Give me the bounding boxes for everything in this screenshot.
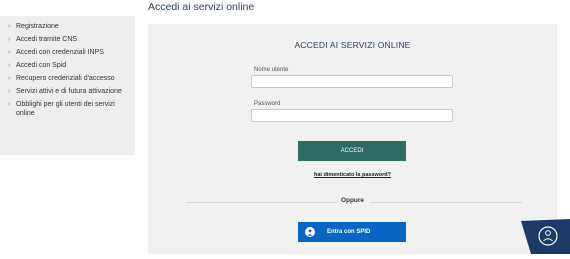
sidebar-item-label: Accedi con credenziali INPS bbox=[16, 49, 104, 56]
sidebar-item-obblighi[interactable]: › Obblighi per gli utenti dei servizi onl… bbox=[8, 100, 129, 118]
login-panel: ACCEDI AI SERVIZI ONLINE Nome utente Pas… bbox=[148, 24, 557, 254]
password-input[interactable] bbox=[251, 109, 453, 122]
chevron-right-icon: › bbox=[8, 75, 11, 82]
chevron-right-icon: › bbox=[8, 49, 11, 56]
sidebar-item-label: Recupero credenziali d'accesso bbox=[16, 75, 115, 82]
assistant-icon bbox=[521, 219, 570, 254]
forgot-password-link[interactable]: hai dimenticato la password? bbox=[148, 172, 557, 178]
chevron-right-icon: › bbox=[8, 101, 11, 108]
chevron-right-icon: › bbox=[8, 62, 11, 69]
sidebar-item-label: Accedi tramite CNS bbox=[16, 36, 78, 43]
sidebar-item-credenziali-inps[interactable]: › Accedi con credenziali INPS bbox=[8, 48, 129, 57]
divider-right bbox=[370, 202, 522, 203]
sidebar-list: › Registrazione › Accedi tramite CNS › Acce… bbox=[0, 16, 135, 118]
login-heading: ACCEDI AI SERVIZI ONLINE bbox=[294, 40, 411, 50]
sidebar-nav: › Registrazione › Accedi tramite CNS › Acce… bbox=[0, 16, 135, 155]
spid-login-button[interactable]: Entra con SPID bbox=[298, 222, 406, 242]
login-button[interactable]: ACCEDI bbox=[298, 141, 406, 161]
sidebar-item-label: Obblighi per gli utenti dei servizi onli… bbox=[16, 101, 115, 117]
sidebar-item-recupero-credenziali[interactable]: › Recupero credenziali d'accesso bbox=[8, 74, 129, 83]
sidebar-item-registrazione[interactable]: › Registrazione bbox=[8, 22, 129, 31]
sidebar-item-label: Servizi attivi e di futura attivazione bbox=[16, 88, 122, 95]
sidebar-item-label: Registrazione bbox=[16, 23, 59, 30]
chevron-right-icon: › bbox=[8, 23, 11, 30]
sidebar-item-cns[interactable]: › Accedi tramite CNS bbox=[8, 35, 129, 44]
page-title: Accedi ai servizi online bbox=[148, 1, 255, 13]
sidebar-item-servizi-attivi[interactable]: › Servizi attivi e di futura attivazione bbox=[8, 87, 129, 96]
username-label: Nome utente bbox=[254, 67, 289, 73]
chevron-right-icon: › bbox=[8, 88, 11, 95]
spid-button-label: Entra con SPID bbox=[327, 229, 371, 235]
sidebar-item-spid[interactable]: › Accedi con Spid bbox=[8, 61, 129, 70]
chevron-right-icon: › bbox=[8, 36, 11, 43]
sidebar-item-label: Accedi con Spid bbox=[16, 62, 67, 69]
password-label: Password bbox=[254, 101, 281, 107]
person-icon bbox=[305, 227, 315, 237]
assistant-badge[interactable] bbox=[521, 219, 570, 254]
username-input[interactable] bbox=[251, 75, 453, 88]
